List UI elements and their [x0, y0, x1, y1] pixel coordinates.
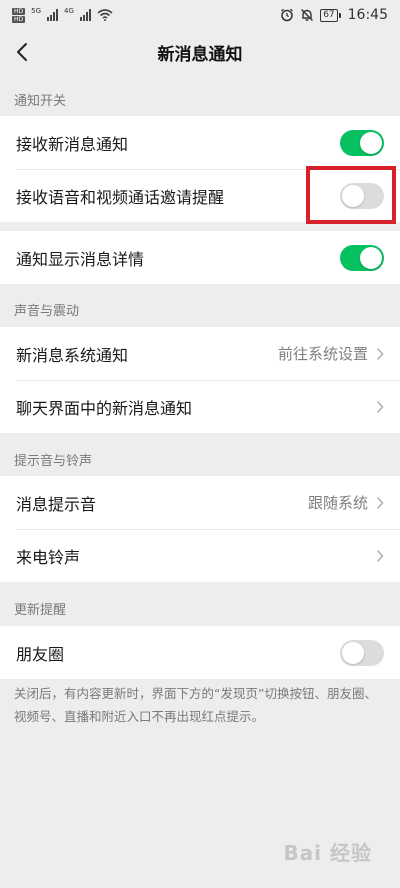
- row-label: 通知显示消息详情: [16, 249, 145, 269]
- toggle-moments[interactable]: [340, 639, 384, 666]
- alarm-icon: [281, 8, 294, 22]
- watermark: Bai 经验: [283, 841, 372, 865]
- row-label: 接收新消息通知: [16, 134, 129, 154]
- row-label: 朋友圈: [16, 644, 65, 664]
- nav-bar: 新消息通知: [0, 30, 400, 74]
- row-value: 跟随系统: [307, 494, 368, 512]
- net2-label: 4G: [64, 7, 74, 15]
- back-button[interactable]: [10, 36, 34, 68]
- group-message-detail: 通知显示消息详情: [0, 231, 400, 284]
- section-label-ringtone: 提示音与铃声: [14, 454, 93, 469]
- section-label-update: 更新提醒: [14, 603, 67, 618]
- status-left: HD HD 5G 4G: [12, 7, 113, 23]
- row-moments[interactable]: 朋友圈: [0, 626, 400, 679]
- status-time: 16:45: [347, 7, 388, 23]
- group-sound: 新消息系统通知 前往系统设置 聊天界面中的新消息通知: [0, 327, 400, 433]
- sim1-badge: HD: [12, 7, 26, 15]
- chevron-right-icon: [376, 496, 384, 510]
- page-title: 新消息通知: [157, 44, 243, 65]
- net1-label: 5G: [31, 7, 42, 15]
- update-footnote: 关闭后，有内容更新时，界面下方的“发现页”切换按钮、朋友圈、视频号、直播和附近入…: [14, 686, 377, 724]
- group-ringtone: 消息提示音 跟随系统 来电铃声: [0, 476, 400, 582]
- row-value: 前往系统设置: [277, 345, 368, 363]
- row-message-tone[interactable]: 消息提示音 跟随系统: [0, 476, 400, 529]
- battery-level: 67: [323, 10, 335, 20]
- battery-icon: 67: [320, 8, 342, 22]
- signal1-icon: [47, 9, 59, 21]
- wifi-icon: [97, 9, 113, 21]
- row-show-message-detail[interactable]: 通知显示消息详情: [0, 231, 400, 284]
- chevron-right-icon: [376, 400, 384, 414]
- toggle-knob: [360, 246, 382, 269]
- mute-bell-icon: [301, 9, 314, 21]
- highlight-annotation-box: [306, 166, 396, 224]
- signal2-icon: [79, 9, 91, 21]
- sim-indicators: HD HD: [12, 7, 26, 23]
- chevron-left-icon: [17, 43, 27, 61]
- row-receive-new-message[interactable]: 接收新消息通知: [0, 116, 400, 169]
- row-label: 接收语音和视频通话邀请提醒: [16, 187, 225, 207]
- row-system-notification[interactable]: 新消息系统通知 前往系统设置: [0, 327, 400, 380]
- section-label-sound: 声音与震动: [14, 304, 80, 319]
- row-label: 消息提示音: [16, 494, 97, 514]
- group-update: 朋友圈: [0, 626, 400, 679]
- chevron-right-icon: [376, 549, 384, 563]
- row-label: 聊天界面中的新消息通知: [16, 398, 193, 418]
- row-call-ringtone[interactable]: 来电铃声: [0, 529, 400, 582]
- sim2-badge: HD: [12, 15, 26, 23]
- chevron-right-icon: [376, 347, 384, 361]
- toggle-knob: [360, 131, 382, 154]
- section-label-notify: 通知开关: [14, 94, 67, 109]
- toggle-receive-new-message[interactable]: [340, 129, 384, 156]
- row-chat-new-message-notify[interactable]: 聊天界面中的新消息通知: [0, 380, 400, 433]
- row-label: 来电铃声: [16, 547, 81, 567]
- status-right: 67 16:45: [280, 7, 388, 23]
- toggle-knob: [342, 641, 364, 664]
- status-bar: HD HD 5G 4G 67 16:45: [0, 0, 400, 30]
- row-label: 新消息系统通知: [16, 345, 129, 365]
- toggle-show-message-detail[interactable]: [340, 244, 384, 271]
